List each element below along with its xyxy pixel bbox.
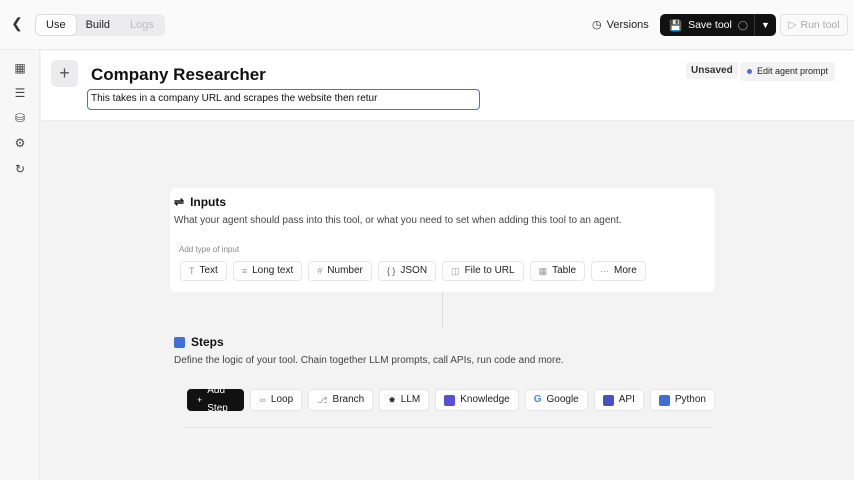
shortcut-icon: ◯ bbox=[737, 19, 748, 30]
step-type-label: Knowledge bbox=[460, 394, 510, 405]
input-type-text[interactable]: T Text bbox=[180, 261, 227, 281]
input-type-file-to-url[interactable]: ◫ File to URL bbox=[442, 261, 524, 281]
step-type-api[interactable]: API bbox=[593, 389, 644, 411]
add-input-type-label: Add type of input bbox=[179, 245, 240, 254]
top-bar: ❮ Use Build Logs ◷ Versions 💾 Save tool … bbox=[0, 0, 854, 50]
input-type-long-text[interactable]: ≡ Long text bbox=[232, 261, 303, 281]
save-icon: 💾 bbox=[669, 19, 683, 32]
history-icon[interactable]: ↻ bbox=[12, 161, 28, 177]
steps-card: Steps Define the logic of your tool. Cha… bbox=[170, 328, 715, 426]
steps-subtitle: Define the logic of your tool. Chain tog… bbox=[174, 355, 564, 366]
loop-icon: ∞ bbox=[259, 395, 266, 405]
step-type-label: Python bbox=[674, 394, 706, 405]
inputs-subtitle: What your agent should pass into this to… bbox=[174, 215, 622, 226]
clock-icon: ◷ bbox=[592, 19, 602, 31]
add-icon-button[interactable]: + bbox=[51, 60, 78, 87]
input-type-json[interactable]: { } JSON bbox=[377, 261, 437, 281]
list-icon[interactable]: ☰ bbox=[12, 85, 28, 101]
mode-tabs: Use Build Logs bbox=[35, 14, 165, 36]
paragraph-icon: ≡ bbox=[241, 266, 248, 276]
input-type-more[interactable]: ⋯ More bbox=[591, 261, 646, 281]
inputs-icon: ⇌ bbox=[174, 195, 185, 209]
api-icon bbox=[602, 394, 614, 406]
step-type-label: API bbox=[618, 394, 635, 405]
save-tool-button[interactable]: 💾 Save tool ◯ ▼ bbox=[660, 14, 776, 36]
database-icon[interactable]: ⛁ bbox=[12, 110, 28, 126]
input-type-label: File to URL bbox=[464, 265, 515, 276]
input-type-label: JSON bbox=[400, 265, 428, 276]
add-step-button[interactable]: + Add Step bbox=[187, 385, 245, 414]
file-icon: ◫ bbox=[451, 266, 460, 276]
step-type-label: Branch bbox=[332, 394, 365, 405]
step-type-google[interactable]: G Google bbox=[524, 389, 588, 411]
table-icon: ▦ bbox=[538, 266, 548, 276]
step-type-knowledge[interactable]: Knowledge bbox=[435, 389, 519, 411]
step-type-loop[interactable]: ∞ Loop bbox=[250, 389, 303, 411]
versions-label: Versions bbox=[606, 19, 649, 31]
back-arrow-icon[interactable]: ❮ bbox=[8, 14, 26, 32]
input-type-label: Long text bbox=[252, 265, 294, 276]
tool-title[interactable]: Company Researcher bbox=[91, 65, 266, 85]
python-icon bbox=[658, 394, 670, 406]
run-tool-button[interactable]: ▷ Run tool bbox=[780, 14, 848, 36]
step-type-llm[interactable]: ✸ LLM bbox=[379, 389, 430, 411]
tab-build[interactable]: Build bbox=[76, 15, 120, 35]
input-type-label: Number bbox=[327, 265, 363, 276]
knowledge-icon bbox=[444, 394, 456, 406]
ellipsis-icon: ⋯ bbox=[600, 266, 609, 276]
input-type-label: Text bbox=[199, 265, 218, 276]
text-icon: T bbox=[189, 266, 195, 276]
input-type-label: More bbox=[614, 265, 637, 276]
step-type-python[interactable]: Python bbox=[649, 389, 715, 411]
input-type-table[interactable]: ▦ Table bbox=[529, 261, 585, 281]
step-type-list: + Add Step ∞ Loop ⎇ Branch ✸ LLM Knowledge G… bbox=[187, 385, 715, 414]
input-type-list: T Text ≡ Long text # Number { } JSON ◫ File t… bbox=[180, 261, 646, 281]
inputs-card: ⇌ Inputs What your agent should pass int… bbox=[170, 188, 715, 292]
inputs-title-text: Inputs bbox=[190, 195, 227, 209]
edit-agent-prompt-label: Edit agent prompt bbox=[757, 66, 829, 76]
tab-logs[interactable]: Logs bbox=[120, 15, 164, 35]
input-type-label: Table bbox=[552, 265, 576, 276]
plus-icon: + bbox=[197, 395, 203, 405]
inputs-title: ⇌ Inputs bbox=[174, 195, 226, 209]
edit-agent-prompt-button[interactable]: Edit agent prompt bbox=[740, 62, 836, 81]
braces-icon: { } bbox=[386, 266, 396, 276]
input-type-number[interactable]: # Number bbox=[308, 261, 372, 281]
tool-header: + Company Researcher This takes in a com… bbox=[41, 51, 854, 121]
steps-title: Steps bbox=[174, 335, 224, 349]
add-step-label: Add Step bbox=[207, 385, 228, 414]
flow-connector bbox=[442, 292, 443, 328]
panel-icon[interactable]: ▦ bbox=[12, 60, 28, 76]
save-tool-label: Save tool bbox=[688, 19, 732, 31]
hash-icon: # bbox=[317, 266, 323, 276]
steps-title-text: Steps bbox=[191, 335, 224, 349]
steps-divider bbox=[184, 427, 714, 428]
google-icon: G bbox=[533, 394, 542, 405]
tab-use[interactable]: Use bbox=[36, 15, 76, 35]
unsaved-badge: Unsaved bbox=[686, 62, 738, 79]
gear-icon[interactable]: ⚙ bbox=[12, 135, 28, 151]
cube-icon bbox=[174, 336, 185, 348]
run-tool-label: Run tool bbox=[800, 19, 840, 31]
llm-icon: ✸ bbox=[388, 395, 396, 405]
step-type-label: Google bbox=[546, 394, 579, 405]
chevron-down-icon[interactable]: ▼ bbox=[754, 14, 776, 36]
branch-icon: ⎇ bbox=[317, 395, 328, 405]
versions-button[interactable]: ◷ Versions bbox=[592, 16, 649, 34]
status-dot-icon bbox=[747, 69, 752, 74]
description-input[interactable]: This takes in a company URL and scrapes … bbox=[87, 89, 480, 110]
step-type-label: LLM bbox=[400, 394, 421, 405]
step-type-branch[interactable]: ⎇ Branch bbox=[308, 389, 374, 411]
play-icon: ▷ bbox=[788, 19, 797, 31]
step-type-label: Loop bbox=[270, 394, 294, 405]
sidebar: ▦ ☰ ⛁ ⚙ ↻ bbox=[0, 50, 40, 480]
